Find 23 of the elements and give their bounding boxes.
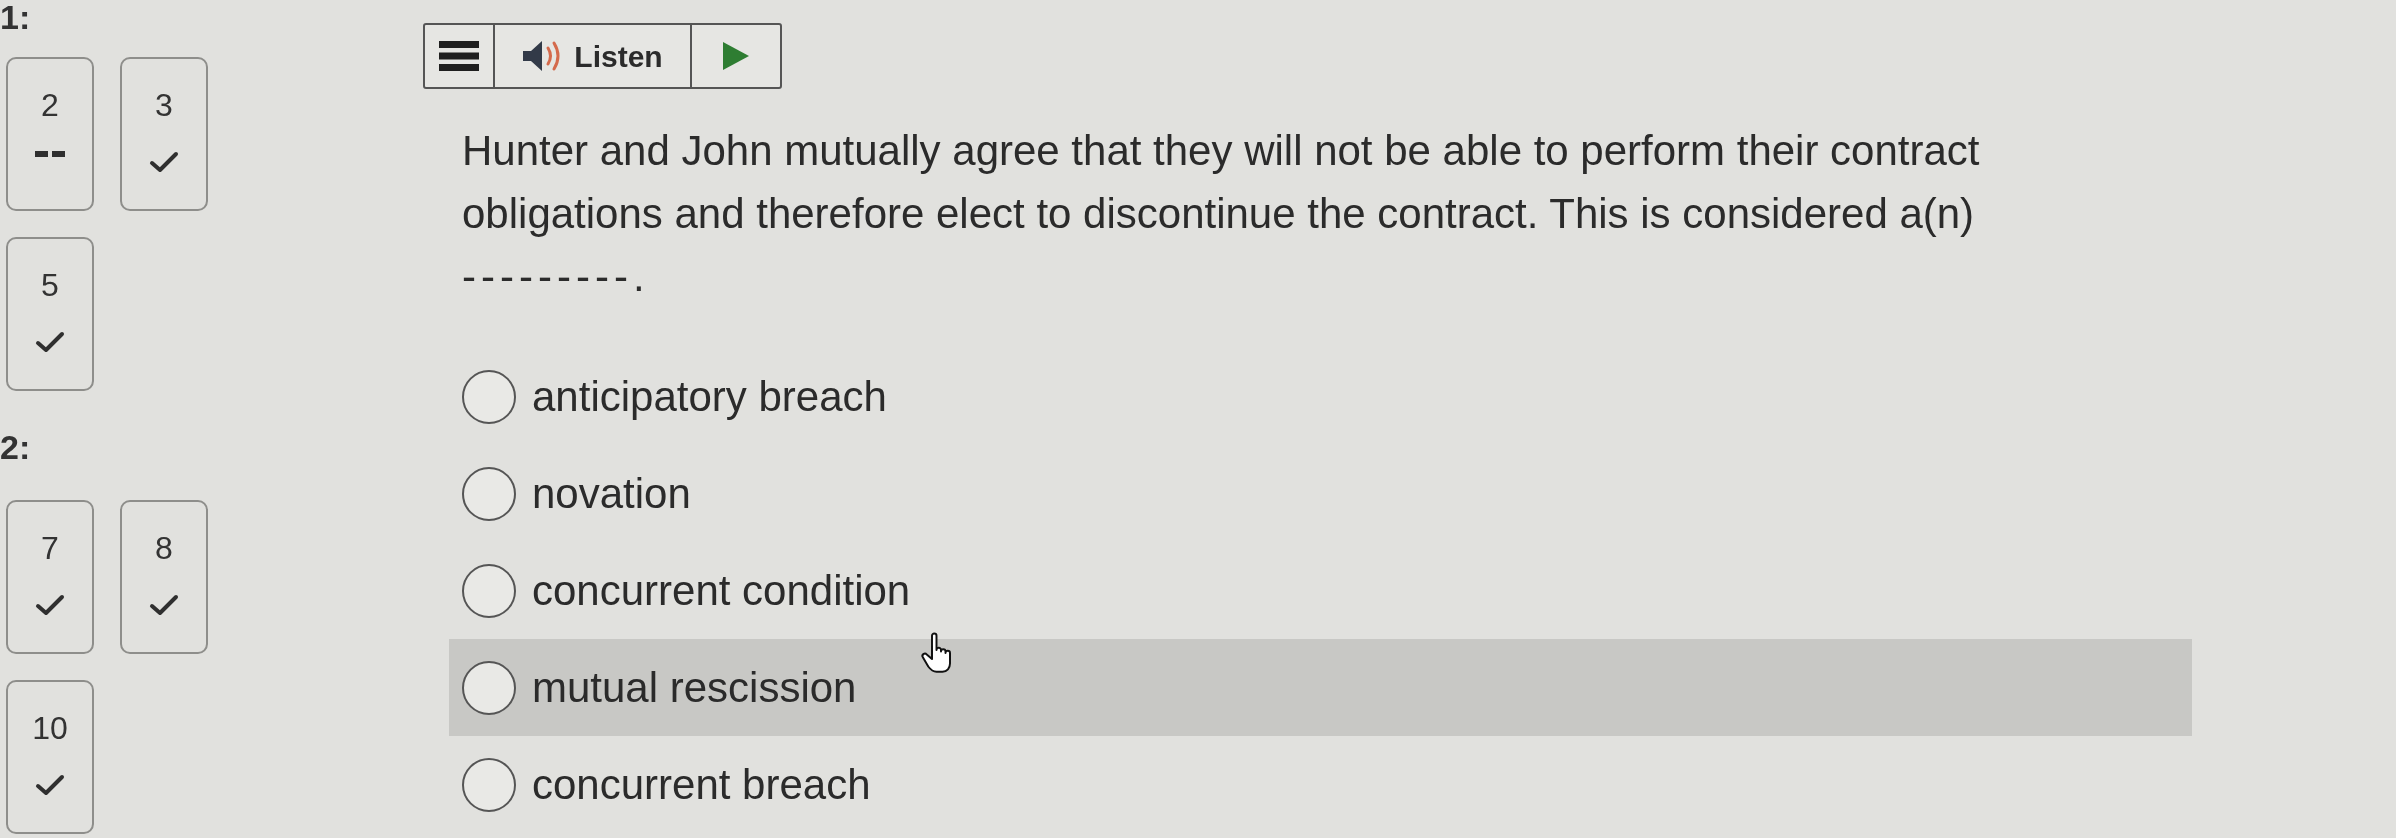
answer-blank: ---------. bbox=[462, 252, 650, 302]
radio-button[interactable] bbox=[462, 466, 516, 521]
section-label: 1: bbox=[0, 0, 32, 34]
question-tile[interactable]: 8 bbox=[120, 500, 208, 654]
question-tile[interactable]: 7 bbox=[6, 500, 94, 654]
question-tile[interactable]: 2 bbox=[6, 57, 94, 211]
listen-button[interactable]: Listen bbox=[495, 25, 692, 87]
radio-button[interactable] bbox=[462, 660, 516, 715]
play-icon bbox=[723, 42, 749, 70]
answer-option[interactable]: mutual rescission bbox=[449, 639, 2192, 736]
radio-button[interactable] bbox=[462, 369, 516, 424]
answer-option[interactable]: anticipatory breach bbox=[449, 348, 2192, 445]
answer-option[interactable]: concurrent breach bbox=[449, 736, 2192, 833]
radio-button[interactable] bbox=[462, 757, 516, 812]
answer-option[interactable]: novation bbox=[449, 445, 2192, 542]
radio-button[interactable] bbox=[462, 563, 516, 618]
section-label: 2: bbox=[0, 430, 32, 464]
question-tile[interactable]: 10 bbox=[6, 680, 94, 834]
question-text: Hunter and John mutually agree that they will not be able to perform their contract obligations and therefore elect to discontinue the contract. This is considered a(n) bbox=[462, 126, 1981, 239]
menu-icon bbox=[439, 41, 479, 71]
answer-option[interactable]: concurrent condition bbox=[449, 542, 2192, 639]
question-tile[interactable]: 3 bbox=[120, 57, 208, 211]
question-tile[interactable]: 5 bbox=[6, 237, 94, 391]
